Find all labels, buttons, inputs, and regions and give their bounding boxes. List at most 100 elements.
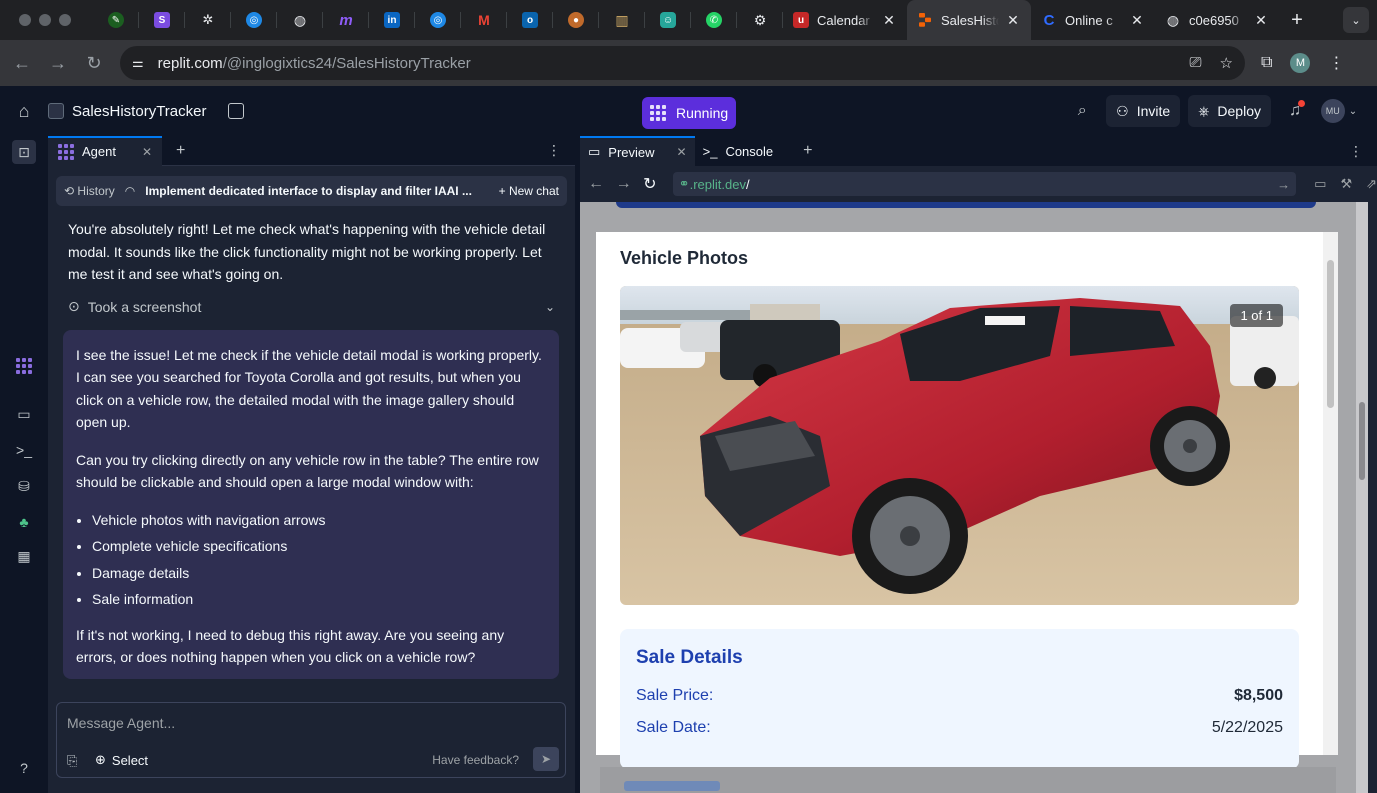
browser-tab-online[interactable]: C Online c ✕ [1031, 0, 1155, 40]
chevron-down-icon[interactable]: ⌄ [545, 300, 555, 314]
reload-button[interactable]: ↻ [76, 45, 112, 81]
rail-database-button[interactable]: ⛁ [12, 474, 36, 498]
help-button[interactable]: ? [12, 756, 36, 780]
modal-scroll-thumb[interactable] [1327, 260, 1334, 408]
close-tab-icon[interactable]: ✕ [1005, 12, 1021, 29]
pinned-tab[interactable]: in [369, 0, 415, 40]
add-tab-button[interactable]: + [176, 142, 185, 160]
globe-favicon-icon: ◍ [293, 11, 307, 28]
preview-reload-icon[interactable]: ↻ [643, 174, 665, 194]
new-tab-button[interactable]: + [1279, 9, 1315, 32]
burger-favicon-icon: ● [568, 12, 584, 28]
calendar-favicon-icon: u [793, 12, 809, 28]
pinned-tab[interactable]: ● [553, 0, 599, 40]
notifications-button[interactable]: ♫ [1279, 95, 1311, 127]
list-item: Complete vehicle specifications [92, 535, 546, 558]
pinned-tab[interactable]: o [507, 0, 553, 40]
files-toggle-button[interactable]: ⊡ [12, 140, 36, 164]
go-arrow-icon[interactable]: → [1277, 177, 1290, 192]
close-tab-icon[interactable]: ✕ [881, 12, 897, 29]
page-scrollbar[interactable] [1356, 202, 1368, 793]
page-scroll-thumb[interactable] [1359, 402, 1365, 480]
preview-url-bar[interactable]: ⚭ .replit.dev / → [672, 172, 1297, 196]
close-tab-icon[interactable]: ✕ [1253, 12, 1269, 29]
forward-button[interactable]: → [40, 45, 76, 81]
pinned-tab[interactable]: ◎ [231, 0, 277, 40]
browser-tab-c0e6950[interactable]: ◍ c0e6950 ✕ [1155, 0, 1279, 40]
close-tab-icon[interactable]: ✕ [142, 145, 152, 159]
rail-agent-button[interactable] [12, 354, 36, 378]
history-button[interactable]: ⟲ History [64, 184, 115, 198]
preview-back-icon[interactable]: ← [588, 175, 610, 193]
run-button[interactable]: Running [642, 97, 736, 129]
modal-scrollbar[interactable] [1323, 232, 1338, 755]
attach-icon[interactable]: ⎘ [67, 753, 77, 769]
screenshot-action-row[interactable]: ⊙ Took a screenshot ⌄ [68, 292, 559, 322]
close-window-button[interactable] [19, 14, 31, 26]
left-tool-rail: ⊡ ▭ >_ ⛁ ♣ ▦ ? [0, 136, 48, 793]
install-app-icon[interactable]: ⎚ [1190, 54, 1202, 72]
minimize-window-button[interactable] [39, 14, 51, 26]
extensions-icon[interactable]: ⧉ [1261, 54, 1272, 72]
panel-menu-icon[interactable]: ⋮ [547, 142, 561, 159]
pinned-tab[interactable]: ✎ [93, 0, 139, 40]
rail-preview-button[interactable]: ▭ [12, 402, 36, 426]
preview-tab-bar: ▭ Preview ✕ >_ Console + ⋮ [580, 136, 1377, 166]
pinned-tab[interactable]: M [461, 0, 507, 40]
pinned-tab[interactable]: ✆ [691, 0, 737, 40]
preview-forward-icon[interactable]: → [616, 175, 638, 193]
search-button[interactable]: ⌕ [1066, 95, 1098, 127]
tab-agent[interactable]: Agent ✕ [48, 135, 163, 166]
browser-tab-calendar[interactable]: u Calendar ✕ [783, 0, 907, 40]
user-menu[interactable]: MU ⌄ [1319, 95, 1359, 127]
panel-menu-icon[interactable]: ⋮ [1349, 143, 1363, 160]
database-icon: ⛁ [18, 477, 30, 494]
devtools-icon[interactable]: ⚒ [1340, 176, 1352, 192]
rail-console-button[interactable]: >_ [12, 438, 36, 462]
preview-url-path: / [745, 176, 750, 192]
home-button[interactable]: ⌂ [0, 101, 48, 122]
pinned-tab[interactable]: ◍ [277, 0, 323, 40]
send-button[interactable]: ➤ [533, 747, 559, 771]
pinned-tab[interactable]: ◎ [415, 0, 461, 40]
rail-apps-button[interactable]: ▦ [12, 544, 36, 568]
select-button[interactable]: ⊕ Select [95, 752, 148, 768]
zoom-window-button[interactable] [59, 14, 71, 26]
add-tab-button[interactable]: + [803, 142, 812, 160]
open-new-tab-icon[interactable]: ⇗ [1366, 176, 1377, 192]
chevron-down-icon: ⌄ [1351, 14, 1361, 27]
close-tab-icon[interactable]: ✕ [677, 145, 687, 159]
address-bar[interactable]: ⚌ replit.com/@inglogixtics24/SalesHistor… [120, 46, 1245, 80]
message-composer[interactable]: Message Agent... ⎘ ⊕ Select Have feedback… [56, 702, 566, 778]
tab-search-button[interactable]: ⌄ [1343, 7, 1369, 33]
chevron-down-icon: ⌄ [1348, 105, 1358, 117]
pinned-tab[interactable]: ☺ [645, 0, 691, 40]
project-title[interactable]: SalesHistoryTracker [48, 103, 245, 120]
feedback-link[interactable]: Have feedback? [432, 753, 519, 767]
close-tab-icon[interactable]: ✕ [1129, 12, 1145, 29]
bookmark-star-icon[interactable]: ☆ [1220, 54, 1233, 72]
pinned-tab[interactable]: ▥ [599, 0, 645, 40]
invite-button[interactable]: ⚇ Invite [1106, 95, 1181, 127]
rail-secrets-button[interactable]: ♣ [12, 510, 36, 534]
pinned-tab[interactable]: ⚙ [737, 0, 783, 40]
browser-menu-icon[interactable]: ⋮ [1328, 53, 1344, 73]
profile-avatar[interactable]: M [1290, 53, 1311, 73]
agent-panel: Agent ✕ + ⋮ ⟲ History ◠ Implement dedica… [48, 135, 575, 793]
new-chat-button[interactable]: + New chat [499, 184, 559, 198]
back-button[interactable]: ← [4, 45, 40, 81]
bubble-paragraph: I see the issue! Let me check if the veh… [76, 346, 542, 431]
site-settings-icon[interactable]: ⚌ [132, 55, 144, 71]
tab-preview[interactable]: ▭ Preview ✕ [580, 136, 695, 166]
circle-favicon-icon: ◎ [430, 12, 446, 28]
pinned-tab[interactable]: ✲ [185, 0, 231, 40]
deploy-button[interactable]: ⎈ Deploy [1188, 95, 1271, 127]
pinned-tab[interactable]: m [323, 0, 369, 40]
background-card [600, 767, 1336, 793]
browser-tab-saleshistory[interactable]: SalesHistoryTracker ✕ [907, 0, 1031, 40]
project-info-icon[interactable] [228, 103, 245, 119]
pinned-tab[interactable]: S [139, 0, 185, 40]
message-input[interactable]: Message Agent... [67, 715, 175, 731]
devices-icon[interactable]: ▭ [1314, 176, 1326, 192]
tab-console[interactable]: >_ Console [695, 136, 782, 166]
